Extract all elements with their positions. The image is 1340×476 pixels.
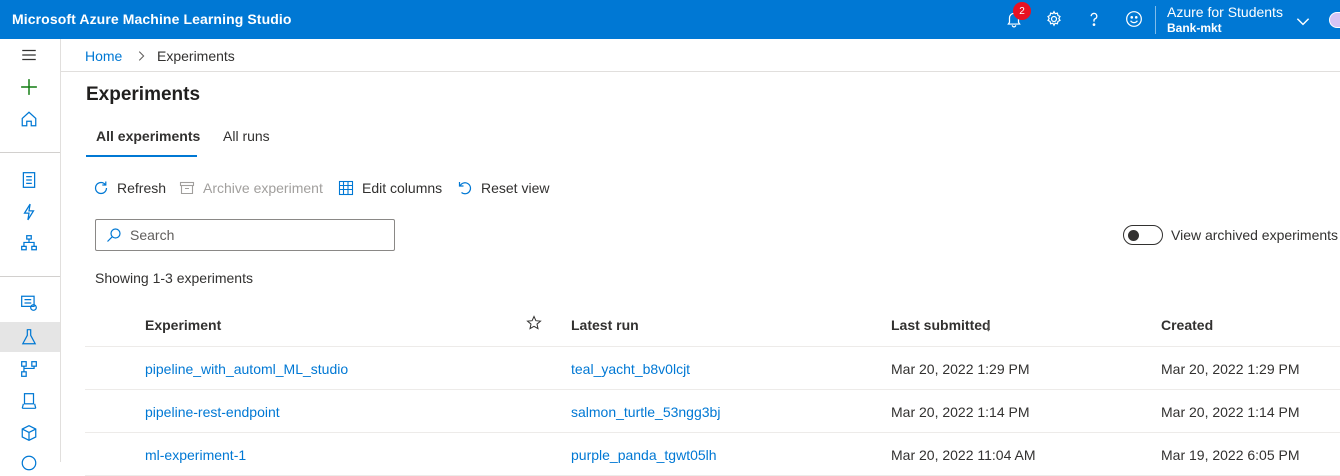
archive-icon [179, 181, 195, 195]
breadcrumb-separator [134, 47, 148, 66]
workspace-name: Bank-mkt [1167, 21, 1222, 35]
edit-columns-button[interactable]: Edit columns [338, 180, 442, 196]
refresh-button[interactable]: Refresh [93, 180, 166, 196]
view-archived-label: View archived experiments [1171, 227, 1339, 243]
toggle-knob [1128, 230, 1139, 241]
tab-all-runs[interactable]: All runs [223, 128, 270, 144]
column-header-experiment[interactable]: Experiment [145, 317, 221, 333]
view-archived-toggle[interactable] [1123, 225, 1163, 245]
breadcrumb-home-link[interactable]: Home [85, 48, 122, 64]
reset-view-label: Reset view [481, 180, 550, 196]
latest-run-link[interactable]: salmon_turtle_53ngg3bj [571, 404, 720, 420]
reset-view-button[interactable]: Reset view [457, 180, 549, 196]
experiment-link[interactable]: ml-experiment-1 [145, 447, 246, 463]
create-new-icon[interactable] [18, 76, 40, 98]
column-header-created[interactable]: Created [1161, 317, 1213, 333]
tab-all-experiments[interactable]: All experiments [96, 128, 200, 144]
automated-ml-icon[interactable] [18, 201, 40, 223]
search-input[interactable] [130, 227, 380, 243]
search-icon [107, 228, 121, 242]
table-row[interactable]: pipeline-rest-endpoint salmon_turtle_53n… [85, 390, 1340, 433]
sort-descending-icon[interactable]: ↓ [985, 318, 992, 334]
chevron-down-icon[interactable] [1293, 11, 1313, 31]
experiment-link[interactable]: pipeline_with_automl_ML_studio [145, 361, 348, 377]
models-icon[interactable] [18, 390, 40, 412]
nav-separator [0, 276, 60, 277]
archive-experiment-button[interactable]: Archive experiment [179, 180, 323, 196]
search-box[interactable] [95, 219, 395, 251]
notebooks-icon[interactable] [18, 169, 40, 191]
column-header-last-submitted[interactable]: Last submitted [891, 317, 991, 333]
gear-icon[interactable] [1044, 9, 1064, 29]
experiment-link[interactable]: pipeline-rest-endpoint [145, 404, 280, 420]
last-submitted-cell: Mar 20, 2022 11:04 AM [891, 447, 1036, 463]
notification-badge[interactable]: 2 [1013, 2, 1031, 20]
account-switcher[interactable]: Azure for Students Bank-mkt [1167, 4, 1283, 35]
edit-columns-label: Edit columns [362, 180, 443, 196]
compute-icon[interactable] [18, 452, 40, 474]
column-header-latest-run[interactable]: Latest run [571, 317, 639, 333]
home-icon[interactable] [18, 108, 40, 130]
avatar[interactable] [1329, 12, 1340, 28]
refresh-icon [94, 181, 108, 195]
latest-run-link[interactable]: teal_yacht_b8v0lcjt [571, 361, 690, 377]
endpoints-icon[interactable] [18, 422, 40, 444]
refresh-label: Refresh [117, 180, 167, 196]
results-count: Showing 1-3 experiments [95, 270, 253, 286]
help-icon[interactable] [1084, 9, 1104, 29]
created-cell: Mar 20, 2022 1:29 PM [1161, 361, 1300, 377]
designer-icon[interactable] [18, 232, 40, 254]
breadcrumb-current: Experiments [157, 48, 235, 64]
app-title[interactable]: Microsoft Azure Machine Learning Studio [12, 11, 292, 27]
menu-icon[interactable] [18, 44, 40, 66]
table-row[interactable]: pipeline_with_automl_ML_studio teal_yach… [85, 347, 1340, 390]
pipelines-icon[interactable] [18, 358, 40, 380]
created-cell: Mar 20, 2022 1:14 PM [1161, 404, 1300, 420]
datasets-icon[interactable] [18, 292, 40, 314]
top-divider [1155, 6, 1156, 34]
subscription-name: Azure for Students [1167, 4, 1283, 20]
created-cell: Mar 19, 2022 6:05 PM [1161, 447, 1300, 463]
breadcrumb: Home Experiments [61, 39, 1340, 72]
reset-view-icon [458, 182, 472, 195]
last-submitted-cell: Mar 20, 2022 1:29 PM [891, 361, 1030, 377]
edit-columns-icon [338, 180, 354, 196]
archive-experiment-label: Archive experiment [203, 180, 323, 196]
top-bar: Microsoft Azure Machine Learning Studio … [0, 0, 1340, 39]
latest-run-link[interactable]: purple_panda_tgwt05lh [571, 447, 717, 463]
active-tab-indicator [86, 155, 197, 157]
experiments-icon[interactable] [18, 326, 40, 348]
feedback-smiley-icon[interactable] [1124, 9, 1144, 29]
nav-separator [0, 152, 60, 153]
last-submitted-cell: Mar 20, 2022 1:14 PM [891, 404, 1030, 420]
table-row[interactable]: ml-experiment-1 purple_panda_tgwt05lh Ma… [85, 433, 1340, 476]
star-icon[interactable] [526, 315, 542, 331]
left-nav [0, 39, 61, 471]
page-title: Experiments [86, 84, 201, 105]
